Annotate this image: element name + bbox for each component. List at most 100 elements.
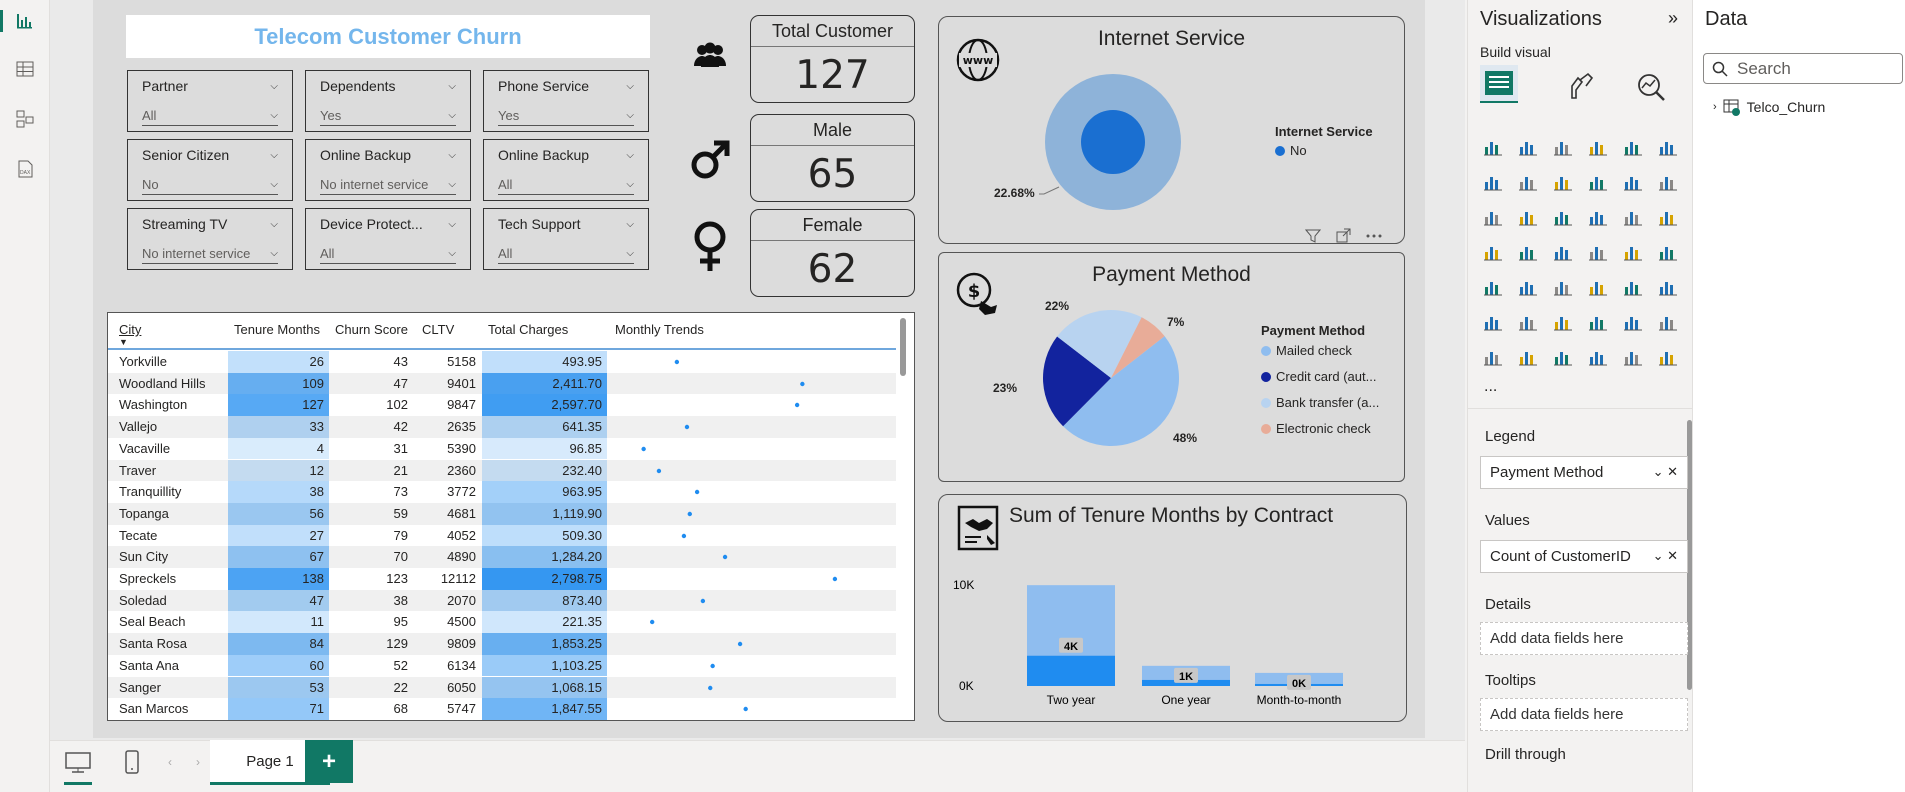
visual-type-icon[interactable] [1622,276,1644,298]
column-header[interactable]: CLTV [422,322,454,337]
add-page-button[interactable]: + [305,740,353,783]
visual-type-icon[interactable] [1517,346,1539,368]
table-row[interactable]: San Marcos 71 68 5747 1,847.55 [108,698,896,720]
internet-service-visual[interactable]: Internet Service www 22.68% Internet Ser… [938,16,1405,244]
legend-field-well[interactable]: Payment Method ⌄ ✕ [1480,456,1688,489]
visual-type-icon[interactable] [1657,276,1679,298]
build-visual-tab[interactable] [1480,65,1518,103]
well-chevron-close-icon[interactable]: ⌄ ✕ [1653,548,1678,565]
desktop-layout-icon[interactable] [64,751,92,785]
chevron-down-icon[interactable]: ⌵ [270,219,278,230]
legend-item-no[interactable]: No [1275,143,1307,158]
visual-type-icon[interactable] [1622,241,1644,263]
visual-type-icon[interactable] [1622,136,1644,158]
table-row[interactable]: Vacaville 4 31 5390 96.85 [108,437,896,460]
visual-type-icon[interactable] [1552,171,1574,193]
contract-bar-visual[interactable]: Sum of Tenure Months by Contract 10K 0K 4K… [938,494,1407,722]
focus-mode-icon[interactable] [1335,228,1351,249]
visual-type-icon[interactable] [1587,241,1609,263]
visual-type-icon[interactable] [1552,241,1574,263]
visual-type-icon[interactable] [1552,136,1574,158]
column-header[interactable]: City [119,322,141,337]
visual-type-icon[interactable] [1552,311,1574,333]
table-row[interactable]: Seal Beach 11 95 4500 221.35 [108,611,896,634]
tooltips-drop-zone[interactable]: Add data fields here [1480,698,1688,731]
slicer-online-backup[interactable]: Online Backup ⌵ All ⌵ [483,139,649,201]
slicer-device-protect-[interactable]: Device Protect... ⌵ All ⌵ [305,208,471,270]
visual-type-icon[interactable] [1482,171,1504,193]
visual-type-icon[interactable] [1482,241,1504,263]
column-header[interactable]: Churn Score [335,322,408,337]
collapse-pane-icon[interactable]: » [1668,8,1678,29]
slicer-dropdown[interactable]: All ⌵ [142,108,278,126]
chevron-down-icon[interactable]: ⌵ [626,219,634,230]
chevron-down-icon[interactable]: ⌵ [448,219,456,230]
slicer-dependents[interactable]: Dependents ⌵ Yes ⌵ [305,70,471,132]
slicer-dropdown[interactable]: Yes ⌵ [498,108,634,126]
column-header[interactable]: Tenure Months [234,322,320,337]
more-visuals[interactable]: ... [1484,378,1497,396]
legend-item[interactable]: Mailed check [1261,343,1352,358]
visual-type-icon[interactable] [1622,206,1644,228]
visual-type-icon[interactable] [1657,206,1679,228]
column-header[interactable]: Monthly Trends [615,322,704,337]
chevron-down-icon[interactable]: ⌵ [270,150,278,161]
model-view-icon[interactable] [12,106,38,132]
slicer-dropdown[interactable]: No internet service ⌵ [142,246,278,264]
table-row[interactable]: Vallejo 33 42 2635 641.35 [108,416,896,438]
visual-type-icon[interactable] [1552,346,1574,368]
card-total-customer[interactable]: Total Customer 127 [750,15,915,103]
details-drop-zone[interactable]: Add data fields here [1480,622,1688,655]
visual-type-icon[interactable] [1587,136,1609,158]
visual-type-icon[interactable] [1517,171,1539,193]
visual-type-icon[interactable] [1657,346,1679,368]
card-male[interactable]: Male 65 [750,114,915,202]
chevron-down-icon[interactable]: ⌵ [626,150,634,161]
sort-desc-icon[interactable]: ▼ [119,337,128,347]
visual-type-icon[interactable] [1657,171,1679,193]
slicer-dropdown[interactable]: All ⌵ [498,177,634,195]
legend-item[interactable]: Electronic check [1261,421,1371,436]
column-header[interactable]: Total Charges [488,322,568,337]
donut-inner[interactable] [1081,110,1145,174]
visual-type-icon[interactable] [1657,241,1679,263]
slicer-streaming-tv[interactable]: Streaming TV ⌵ No internet service ⌵ [127,208,293,270]
table-row[interactable]: Santa Ana 60 52 6134 1,103.25 [108,654,896,677]
bar-segment[interactable] [1027,655,1115,686]
table-row[interactable]: Tranquillity 38 73 3772 963.95 [108,481,896,503]
visual-type-icon[interactable] [1587,276,1609,298]
visual-type-icon[interactable] [1587,206,1609,228]
visual-type-icon[interactable] [1622,346,1644,368]
slicer-dropdown[interactable]: Yes ⌵ [320,108,456,126]
chevron-down-icon[interactable]: ⌵ [448,150,456,161]
slicer-tech-support[interactable]: Tech Support ⌵ All ⌵ [483,208,649,270]
slicer-dropdown[interactable]: All ⌵ [320,246,456,264]
data-table-telco-churn[interactable]: › Telco_Churn [1713,98,1825,116]
table-row[interactable]: Spreckels 138 123 12112 2,798.75 [108,568,896,590]
table-row[interactable]: Washington 127 102 9847 2,597.70 [108,394,896,417]
payment-method-visual[interactable]: Payment Method $ 23% 22% 7% 48% Payment … [938,252,1405,482]
table-row[interactable]: Tecate 27 79 4052 509.30 [108,524,896,547]
chevron-down-icon[interactable]: ⌵ [448,81,456,92]
slicer-dropdown[interactable]: No internet service ⌵ [320,177,456,195]
data-search-input[interactable]: Search [1703,53,1903,84]
slicer-dropdown[interactable]: All ⌵ [498,246,634,264]
table-view-icon[interactable] [12,56,38,82]
report-view-icon[interactable] [0,8,38,34]
prev-page-icon[interactable]: ‹ [168,755,172,769]
mobile-layout-icon[interactable] [124,749,140,780]
table-row[interactable]: Sun City 67 70 4890 1,284.20 [108,546,896,568]
visual-type-icon[interactable] [1517,276,1539,298]
dax-query-icon[interactable]: DAX [12,156,38,182]
table-row[interactable]: Soledad 47 38 2070 873.40 [108,589,896,612]
slicer-partner[interactable]: Partner ⌵ All ⌵ [127,70,293,132]
card-female[interactable]: Female 62 [750,209,915,297]
well-chevron-close-icon[interactable]: ⌄ ✕ [1653,464,1678,481]
city-table[interactable]: City Tenure Months Churn Score CLTV Total Ch… [107,312,915,721]
visual-type-icon[interactable] [1517,206,1539,228]
chevron-down-icon[interactable]: ⌵ [270,81,278,92]
table-scrollbar[interactable] [900,318,906,376]
table-row[interactable]: Topanga 56 59 4681 1,119.90 [108,502,896,525]
legend-item[interactable]: Credit card (aut... [1261,369,1376,384]
more-options-icon[interactable] [1365,228,1383,249]
